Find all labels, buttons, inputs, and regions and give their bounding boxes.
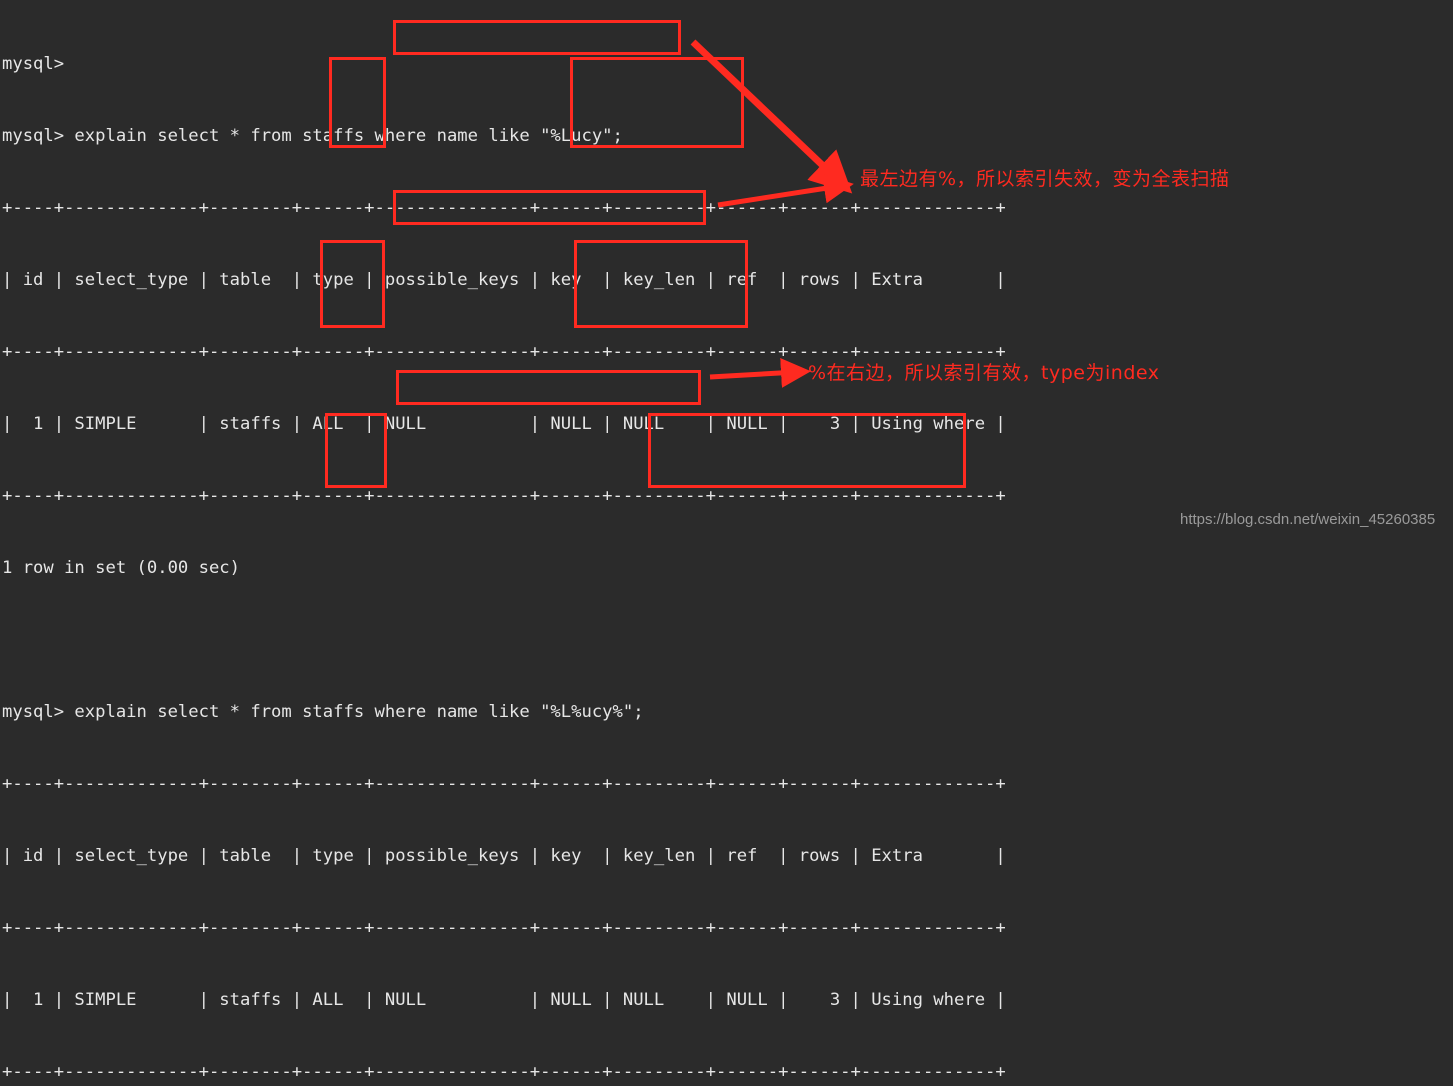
highlight-box-query-clause-3[interactable] <box>396 370 701 405</box>
terminal-line: mysql> explain select * from staffs wher… <box>2 702 644 722</box>
terminal-line: +----+-------------+--------+------+----… <box>2 198 1006 218</box>
terminal-line: +----+-------------+--------+------+----… <box>2 342 1006 362</box>
highlight-box-query-clause-1[interactable] <box>393 20 681 55</box>
highlight-box-type-column-2[interactable] <box>320 240 385 328</box>
terminal-line: | 1 | SIMPLE | staffs | ALL | NULL | NUL… <box>2 990 1006 1010</box>
highlight-box-type-column-1[interactable] <box>329 57 386 148</box>
highlight-box-key-keylen-3[interactable] <box>648 413 966 488</box>
highlight-box-key-keylen-1[interactable] <box>570 57 744 148</box>
terminal-line: +----+-------------+--------+------+----… <box>2 774 1006 794</box>
terminal-line: +----+-------------+--------+------+----… <box>2 1062 1006 1082</box>
highlight-box-key-keylen-2[interactable] <box>574 240 748 328</box>
terminal-line: 1 row in set (0.00 sec) <box>2 558 240 578</box>
terminal-line: | id | select_type | table | type | poss… <box>2 846 1006 866</box>
terminal-line: +----+-------------+--------+------+----… <box>2 918 1006 938</box>
highlight-box-type-column-3[interactable] <box>325 413 387 488</box>
highlight-box-query-clause-2[interactable] <box>393 190 706 225</box>
